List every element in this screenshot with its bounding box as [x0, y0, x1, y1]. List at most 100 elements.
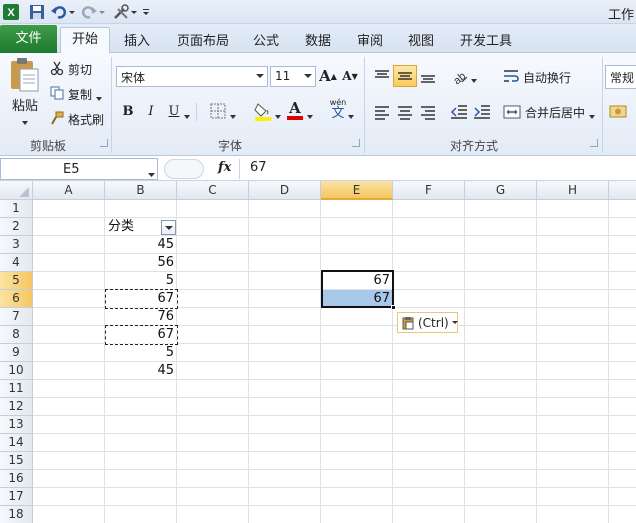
- fill-color-dropdown-icon[interactable]: [275, 109, 281, 119]
- orientation-icon[interactable]: ab: [450, 66, 470, 87]
- cut-icon[interactable]: [50, 61, 64, 76]
- currency-format-icon[interactable]: [609, 103, 629, 121]
- row-header-15[interactable]: 15: [0, 452, 33, 470]
- tab-page-layout[interactable]: 页面布局: [177, 30, 229, 49]
- copy-dropdown-icon[interactable]: [96, 91, 102, 101]
- customize-qat-icon[interactable]: [142, 3, 150, 21]
- cell-b9[interactable]: 5: [105, 344, 177, 362]
- tab-review[interactable]: 审阅: [357, 30, 383, 49]
- column-header-h[interactable]: H: [537, 181, 609, 200]
- underline-button[interactable]: U: [165, 101, 183, 121]
- tab-file[interactable]: 文件: [0, 25, 57, 53]
- font-name-dropdown-icon[interactable]: [256, 74, 264, 78]
- row-header-7[interactable]: 7: [0, 308, 33, 326]
- row-header-4[interactable]: 4: [0, 254, 33, 272]
- borders-dropdown-icon[interactable]: [230, 109, 236, 119]
- column-header-e[interactable]: E: [321, 181, 393, 200]
- row-header-9[interactable]: 9: [0, 344, 33, 362]
- filter-dropdown-button[interactable]: [161, 220, 176, 235]
- cell-b4[interactable]: 56: [105, 254, 177, 272]
- borders-icon[interactable]: [210, 103, 226, 119]
- cut-button[interactable]: 剪切: [68, 61, 92, 78]
- font-size-combo[interactable]: 11: [270, 66, 316, 87]
- align-right-icon[interactable]: [419, 103, 437, 121]
- row-header-11[interactable]: 11: [0, 380, 33, 398]
- select-all-button[interactable]: [0, 181, 33, 200]
- copy-button[interactable]: 复制: [68, 86, 92, 103]
- merge-center-button[interactable]: 合并后居中: [525, 104, 585, 121]
- row-header-16[interactable]: 16: [0, 470, 33, 488]
- format-painter-icon[interactable]: [50, 111, 64, 125]
- undo-icon[interactable]: [50, 3, 68, 21]
- align-left-icon[interactable]: [373, 103, 391, 121]
- fill-color-icon[interactable]: [254, 101, 272, 121]
- tools-dropdown-icon[interactable]: [130, 3, 138, 21]
- phonetic-dropdown-icon[interactable]: [348, 109, 354, 119]
- column-header-c[interactable]: C: [177, 181, 249, 200]
- worksheet-grid[interactable]: A B C D E F G H 1 2 3 4 5 6 7 8 9 10 11 …: [0, 181, 636, 523]
- row-header-10[interactable]: 10: [0, 362, 33, 380]
- cell-b10[interactable]: 45: [105, 362, 177, 380]
- align-bottom-icon[interactable]: [419, 67, 437, 85]
- row-header-17[interactable]: 17: [0, 488, 33, 506]
- cell-b3[interactable]: 45: [105, 236, 177, 254]
- tab-home[interactable]: 开始: [60, 27, 110, 54]
- column-header-next[interactable]: [609, 181, 636, 200]
- column-header-d[interactable]: D: [249, 181, 321, 200]
- row-header-8[interactable]: 8: [0, 326, 33, 344]
- copy-icon[interactable]: [50, 86, 64, 100]
- font-name-combo[interactable]: 宋体: [116, 66, 268, 87]
- tab-insert[interactable]: 插入: [124, 30, 150, 49]
- formula-bar-expander[interactable]: [164, 159, 204, 179]
- merge-center-dropdown-icon[interactable]: [589, 109, 595, 119]
- row-header-1[interactable]: 1: [0, 200, 33, 218]
- paste-options-button[interactable]: (Ctrl): [397, 312, 458, 333]
- bold-button[interactable]: B: [119, 101, 137, 121]
- orientation-dropdown-icon[interactable]: [471, 73, 477, 83]
- phonetic-button[interactable]: wén 文: [328, 98, 348, 122]
- formula-input[interactable]: 67: [250, 160, 267, 175]
- insert-function-icon[interactable]: fx: [218, 160, 231, 175]
- save-icon[interactable]: [28, 3, 46, 21]
- decrease-indent-icon[interactable]: [450, 103, 468, 121]
- name-box-dropdown-icon[interactable]: [148, 167, 155, 177]
- merge-center-icon[interactable]: [503, 104, 521, 120]
- clipboard-launcher-icon[interactable]: [100, 139, 108, 147]
- format-painter-button[interactable]: 格式刷: [68, 111, 104, 128]
- row-header-18[interactable]: 18: [0, 506, 33, 523]
- paste-icon[interactable]: [8, 57, 40, 93]
- font-color-button[interactable]: A: [286, 99, 304, 121]
- wrap-text-button[interactable]: 自动换行: [523, 69, 571, 86]
- tab-formulas[interactable]: 公式: [253, 30, 279, 49]
- undo-dropdown-icon[interactable]: [68, 3, 76, 21]
- row-header-12[interactable]: 12: [0, 398, 33, 416]
- font-size-dropdown-icon[interactable]: [304, 74, 312, 78]
- shrink-font-button[interactable]: A ▼: [341, 66, 359, 86]
- align-middle-button[interactable]: [393, 65, 417, 87]
- number-format-combo[interactable]: 常规: [605, 65, 636, 89]
- italic-button[interactable]: I: [142, 101, 160, 121]
- redo-dropdown-icon[interactable]: [98, 3, 106, 21]
- column-header-b[interactable]: B: [105, 181, 177, 200]
- paste-dropdown-icon[interactable]: [21, 115, 29, 125]
- underline-dropdown-icon[interactable]: [184, 109, 190, 119]
- cell-b2[interactable]: 分类: [108, 218, 158, 236]
- tab-data[interactable]: 数据: [305, 30, 331, 49]
- cell-b7[interactable]: 76: [105, 308, 177, 326]
- row-header-6[interactable]: 6: [0, 290, 33, 308]
- tools-icon[interactable]: [112, 3, 130, 21]
- column-header-g[interactable]: G: [465, 181, 537, 200]
- tab-developer[interactable]: 开发工具: [460, 30, 512, 49]
- tab-view[interactable]: 视图: [408, 30, 434, 49]
- name-box[interactable]: E5: [0, 158, 158, 180]
- paste-button[interactable]: 粘贴: [12, 95, 38, 114]
- row-header-5[interactable]: 5: [0, 272, 33, 290]
- column-header-a[interactable]: A: [33, 181, 105, 200]
- cell-b5[interactable]: 5: [105, 272, 177, 290]
- row-header-2[interactable]: 2: [0, 218, 33, 236]
- column-header-f[interactable]: F: [393, 181, 465, 200]
- font-color-dropdown-icon[interactable]: [307, 109, 313, 119]
- row-header-14[interactable]: 14: [0, 434, 33, 452]
- fill-handle[interactable]: [391, 305, 396, 310]
- increase-indent-icon[interactable]: [473, 103, 491, 121]
